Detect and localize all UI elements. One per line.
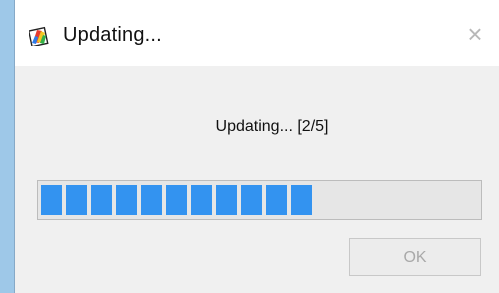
update-dialog-window: Updating... × Updating... [2/5] OK — [14, 0, 499, 293]
title-bar[interactable]: Updating... × — [15, 0, 499, 66]
progress-segment — [166, 185, 187, 215]
color-palette-icon — [29, 26, 49, 46]
progress-segment — [266, 185, 287, 215]
close-icon: × — [467, 19, 483, 49]
progress-segment — [91, 185, 112, 215]
progress-segment — [241, 185, 262, 215]
progress-segment — [216, 185, 237, 215]
progress-segment — [291, 185, 312, 215]
progress-fill — [41, 185, 312, 215]
status-message: Updating... [2/5] — [215, 118, 329, 135]
progress-segment — [66, 185, 87, 215]
ok-button[interactable]: OK — [349, 238, 481, 276]
dialog-body: Updating... [2/5] OK — [15, 66, 499, 293]
progress-segment — [141, 185, 162, 215]
close-button[interactable]: × — [461, 20, 489, 48]
progress-bar — [37, 180, 482, 220]
progress-segment — [41, 185, 62, 215]
progress-segment — [116, 185, 137, 215]
progress-segment — [191, 185, 212, 215]
window-title: Updating... — [63, 24, 162, 46]
